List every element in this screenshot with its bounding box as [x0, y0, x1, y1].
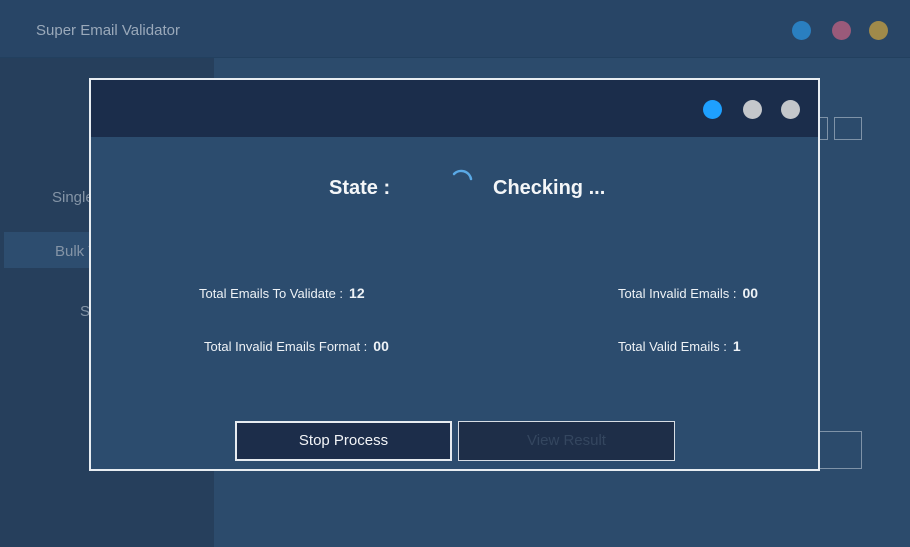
dialog-window-button-grey[interactable] — [781, 100, 800, 119]
stat-label: Total Invalid Emails Format : — [204, 339, 368, 354]
progress-dialog: State : Checking ... Total Emails To Val… — [89, 78, 820, 471]
dialog-window-button-blue[interactable] — [703, 100, 722, 119]
view-result-button[interactable]: View Result — [458, 421, 675, 461]
stop-process-button[interactable]: Stop Process — [235, 421, 452, 461]
sidebar-item-single[interactable]: Single — [52, 189, 94, 206]
stat-total-invalid-format: Total Invalid Emails Format : 00 — [204, 338, 389, 354]
stat-label: Total Emails To Validate : — [199, 286, 344, 301]
stat-value: 00 — [742, 285, 759, 301]
app-window-button-pink[interactable] — [832, 21, 851, 40]
dialog-header — [91, 80, 818, 137]
stat-label: Total Valid Emails : — [618, 339, 727, 354]
stat-value: 1 — [732, 338, 741, 354]
stat-label: Total Invalid Emails : — [618, 286, 737, 301]
stat-value: 12 — [349, 285, 365, 301]
stat-total-valid: Total Valid Emails : 1 — [618, 338, 741, 354]
app-title: Super Email Validator — [36, 22, 180, 39]
app-window-button-blue[interactable] — [792, 21, 811, 40]
app-window-button-gold[interactable] — [869, 21, 888, 40]
state-value: Checking ... — [493, 177, 606, 199]
stat-total-to-validate: Total Emails To Validate : 12 — [199, 285, 365, 301]
stat-value: 00 — [373, 338, 389, 354]
stat-total-invalid: Total Invalid Emails : 00 — [618, 285, 758, 301]
dialog-window-button-grey[interactable] — [743, 100, 762, 119]
app-titlebar: Super Email Validator — [0, 0, 910, 58]
background-control-box — [834, 117, 862, 140]
state-label: State : — [329, 177, 391, 199]
loading-spinner-icon — [452, 169, 473, 181]
